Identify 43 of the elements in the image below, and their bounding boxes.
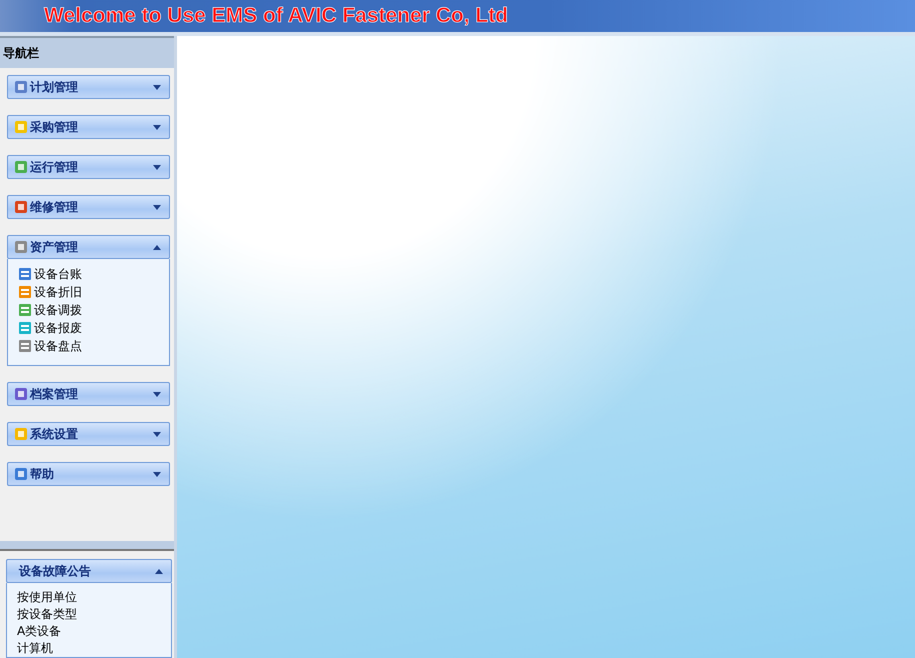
notice-link[interactable]: 按使用单位 bbox=[17, 589, 77, 606]
menu-item-icon bbox=[18, 267, 32, 281]
caret-icon bbox=[153, 432, 161, 436]
menu-item[interactable]: 设备盘点 bbox=[34, 338, 82, 354]
caret-icon bbox=[153, 392, 161, 396]
header-title: Welcome to Use EMS of AVIC Fastener Co, Ltd bbox=[44, 4, 508, 28]
caret-icon bbox=[153, 472, 161, 476]
menu-panel-header[interactable]: 运行管理 bbox=[7, 155, 170, 179]
menu-item-icon bbox=[18, 303, 32, 317]
menu-panel-header[interactable]: 档案管理 bbox=[7, 382, 170, 406]
menu-panel-header[interactable]: 帮助 bbox=[7, 462, 170, 486]
notice-link[interactable]: A类设备 bbox=[17, 623, 62, 640]
splitter[interactable] bbox=[0, 541, 174, 551]
notice-panel-header[interactable]: 设备故障公告 bbox=[6, 559, 172, 583]
menu-panel-header[interactable]: 采购管理 bbox=[7, 115, 170, 139]
menu-item-icon bbox=[18, 321, 32, 335]
menu-icon bbox=[14, 240, 28, 254]
menu-item[interactable]: 设备折旧 bbox=[34, 284, 82, 300]
menu-icon bbox=[14, 200, 28, 214]
menu-panel-header[interactable]: 计划管理 bbox=[7, 75, 170, 99]
caret-icon bbox=[155, 568, 163, 574]
menu-icon bbox=[14, 467, 28, 481]
caret-icon bbox=[153, 204, 161, 210]
caret-icon bbox=[153, 124, 161, 130]
menu-icon bbox=[14, 160, 28, 174]
menu-icon bbox=[14, 120, 28, 134]
menu-item[interactable]: 设备调拨 bbox=[34, 302, 82, 318]
menu-item[interactable]: 设备台账 bbox=[34, 266, 82, 282]
sidebar-title: 导航栏 bbox=[0, 36, 174, 68]
caret-icon bbox=[153, 164, 161, 170]
caret-icon bbox=[153, 84, 161, 90]
menu-icon bbox=[14, 387, 28, 401]
menu-panel-header[interactable]: 系统设置 bbox=[7, 422, 170, 446]
menu-item-icon bbox=[18, 339, 32, 353]
menu-item-icon bbox=[18, 285, 32, 299]
menu-icon bbox=[14, 427, 28, 441]
menu-item[interactable]: 设备报废 bbox=[34, 320, 82, 336]
caret-icon bbox=[153, 244, 161, 250]
menu-panel-header[interactable]: 维修管理 bbox=[7, 195, 170, 219]
notice-link[interactable]: 按设备类型 bbox=[17, 606, 77, 623]
menu-panel-header[interactable]: 资产管理 bbox=[7, 235, 170, 259]
notice-link[interactable]: 计算机 bbox=[17, 640, 53, 657]
menu-icon bbox=[14, 80, 28, 94]
